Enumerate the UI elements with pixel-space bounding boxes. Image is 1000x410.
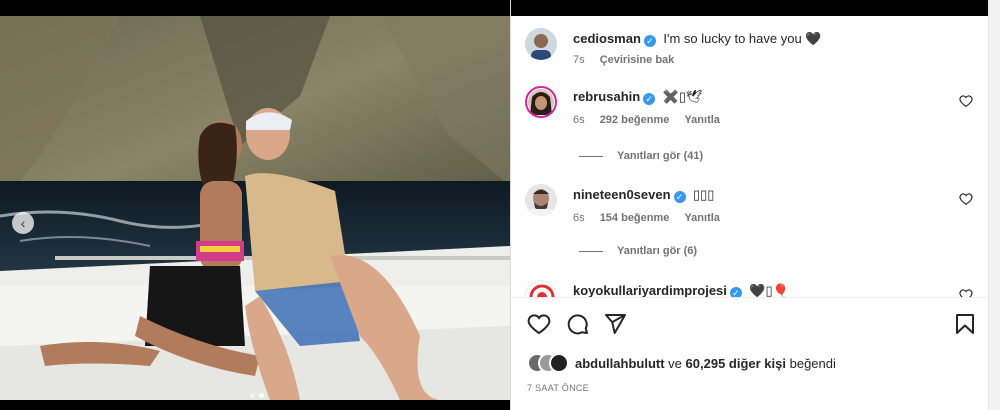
comment-username[interactable]: rebrusahin (573, 89, 640, 104)
heart-icon[interactable] (959, 288, 973, 297)
avatar (549, 353, 569, 373)
divider (511, 297, 989, 298)
avatar[interactable] (525, 184, 557, 216)
comment-item: koyokullariyardimprojesi ✓ 🖤▯🎈 (525, 280, 975, 297)
comment-text: ▯▯▯ (693, 187, 715, 202)
comment-line: nineteen0seven ✓ ▯▯▯ (573, 186, 714, 204)
instagram-post-view: ‹ cediosman ✓ I'm so lucky to have you 🖤 … (0, 0, 1000, 410)
carousel-dots (250, 393, 264, 398)
verified-icon: ✓ (673, 191, 686, 203)
avatar[interactable] (525, 28, 557, 60)
likes-connector: ve (668, 355, 682, 371)
comment-line: koyokullariyardimprojesi ✓ 🖤▯🎈 (573, 282, 789, 297)
post-timestamp[interactable]: 7 SAAT ÖNCE (527, 383, 589, 393)
verified-icon: ✓ (643, 93, 656, 105)
comment-item: nineteen0seven ✓ ▯▯▯ 6s 154 beğenme Yanıt… (525, 184, 975, 234)
translate-link[interactable]: Çevirisine bak (600, 54, 675, 66)
scrollbar[interactable] (988, 0, 1000, 410)
reply-button[interactable]: Yanıtla (684, 212, 719, 224)
comment-meta: 6s 292 beğenme Yanıtla (573, 114, 732, 126)
view-replies-label: Yanıtları gör (6) (617, 245, 698, 257)
comment-text: 🖤▯🎈 (749, 283, 789, 297)
share-icon[interactable] (603, 312, 627, 336)
likes-suffix: beğendi (789, 355, 836, 371)
comment-likes[interactable]: 292 beğenme (600, 114, 670, 126)
comments-list[interactable]: cediosman ✓ I'm so lucky to have you 🖤 7s… (511, 10, 989, 297)
heart-icon[interactable] (959, 192, 973, 206)
avatar[interactable] (525, 86, 557, 118)
comment-icon[interactable] (565, 312, 589, 336)
carousel-prev-button[interactable]: ‹ (12, 212, 34, 234)
avatar[interactable] (525, 280, 557, 297)
post-photo: ‹ (0, 16, 510, 400)
likes-summary: abdullahbulutt ve 60,295 diğer kişi beğe… (527, 352, 836, 374)
verified-icon: ✓ (643, 35, 656, 47)
replies-dash (579, 155, 603, 157)
comment-age: 6s (573, 114, 585, 126)
comment-line: rebrusahin ✓ ✖️▯🕊 (573, 88, 703, 106)
view-replies-label: Yanıtları gör (41) (617, 150, 704, 162)
chevron-left-icon: ‹ (20, 215, 26, 231)
comment-meta: 6s 154 beğenme Yanıtla (573, 212, 732, 224)
caption-text: I'm so lucky to have you 🖤 (663, 31, 822, 46)
likes-others[interactable]: 60,295 diğer kişi (686, 356, 786, 371)
caption-line: cediosman ✓ I'm so lucky to have you 🖤 (573, 30, 822, 48)
heart-icon[interactable] (527, 312, 551, 336)
heart-icon[interactable] (959, 94, 973, 108)
comment-username[interactable]: nineteen0seven (573, 187, 671, 202)
bottom-black-bar (0, 400, 510, 410)
carousel-dot (250, 393, 255, 398)
comment-username[interactable]: koyokullariyardimprojesi (573, 283, 727, 297)
comment-text: ✖️▯🕊 (662, 89, 703, 104)
post-caption: cediosman ✓ I'm so lucky to have you 🖤 7s… (525, 28, 975, 78)
caption-username[interactable]: cediosman (573, 31, 641, 46)
bookmark-icon[interactable] (953, 312, 977, 336)
post-sidebar: cediosman ✓ I'm so lucky to have you 🖤 7s… (510, 0, 989, 410)
post-actions (527, 312, 977, 338)
comment-item: rebrusahin ✓ ✖️▯🕊 6s 292 beğenme Yanıtla (525, 86, 975, 136)
view-replies-button[interactable]: Yanıtları gör (6) (579, 245, 697, 257)
caption-meta: 7s Çevirisine bak (573, 54, 686, 66)
comment-age: 6s (573, 212, 585, 224)
comment-likes[interactable]: 154 beğenme (600, 212, 670, 224)
verified-icon: ✓ (729, 287, 742, 297)
liker-avatars[interactable] (527, 353, 569, 373)
view-replies-button[interactable]: Yanıtları gör (41) (579, 150, 703, 162)
post-photo-image (0, 16, 510, 400)
carousel-dot-active (259, 393, 264, 398)
caption-age: 7s (573, 54, 585, 66)
replies-dash (579, 250, 603, 252)
reply-button[interactable]: Yanıtla (684, 114, 719, 126)
liker-username[interactable]: abdullahbulutt (575, 356, 665, 371)
